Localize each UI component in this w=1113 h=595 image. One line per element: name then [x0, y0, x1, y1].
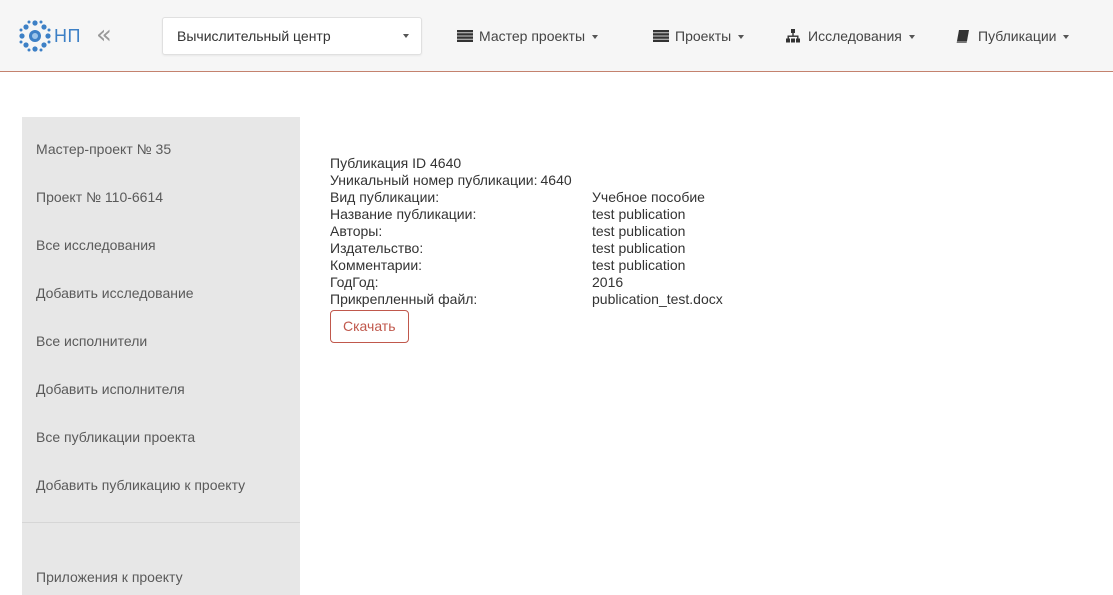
menu-projects[interactable]: Проекты	[653, 26, 745, 46]
caret-down-icon	[738, 35, 745, 39]
info-row-publisher: Издательство: test publication	[330, 240, 830, 257]
info-row-unique-number: Уникальный номер публикации: 4640	[330, 172, 830, 189]
sidebar-item-add-performer[interactable]: Добавить исполнителя	[36, 381, 185, 397]
info-value: 4640	[540, 172, 572, 188]
info-value: test publication	[592, 206, 686, 222]
publication-title: Публикация ID 4640	[330, 155, 462, 171]
info-value: 2016	[592, 274, 624, 290]
list-icon	[457, 29, 475, 43]
list-icon	[653, 29, 671, 43]
info-value: Учебное пособие	[592, 189, 705, 205]
info-row-title: Название публикации: test publication	[330, 206, 830, 223]
info-row-attached-file: Прикрепленный файл: publication_test.doc…	[330, 291, 830, 308]
caret-down-icon	[403, 34, 409, 38]
info-row-type: Вид публикации: Учебное пособие	[330, 189, 830, 206]
menu-label: Проекты	[675, 28, 732, 44]
info-label: Прикрепленный файл:	[330, 291, 478, 307]
sidebar-item-master-project[interactable]: Мастер-проект № 35	[36, 141, 171, 157]
menu-label: Исследования	[808, 28, 902, 44]
sidebar: Мастер-проект № 35 Проект № 110-6614 Все…	[22, 117, 300, 595]
menu-label: Публикации	[978, 28, 1057, 44]
download-button[interactable]: Скачать	[330, 310, 409, 343]
info-label: Вид публикации:	[330, 189, 440, 205]
info-label: Авторы:	[330, 223, 383, 239]
sidebar-item-all-research[interactable]: Все исследования	[36, 237, 156, 253]
collapse-sidebar-button[interactable]: «	[96, 22, 112, 48]
info-label: Комментарии:	[330, 257, 423, 273]
book-icon	[956, 29, 974, 43]
caret-down-icon	[1063, 35, 1070, 39]
info-label: Название публикации:	[330, 206, 477, 222]
caret-down-icon	[908, 35, 915, 39]
info-label: Уникальный номер публикации:	[330, 172, 538, 188]
sidebar-item-project-attachments[interactable]: Приложения к проекту	[36, 569, 183, 585]
info-value: test publication	[592, 223, 686, 239]
info-label: ГодГод:	[330, 274, 379, 290]
logo-icon	[19, 20, 51, 52]
info-label: Издательство:	[330, 240, 424, 256]
brand-link[interactable]: НП	[18, 19, 81, 53]
info-row-year: ГодГод: 2016	[330, 274, 830, 291]
sidebar-item-add-publication[interactable]: Добавить публикацию к проекту	[36, 477, 245, 493]
brand-text: НП	[54, 25, 81, 46]
sidebar-item-add-research[interactable]: Добавить исследование	[36, 285, 194, 301]
sidebar-item-all-performers[interactable]: Все исполнители	[36, 333, 147, 349]
info-value: test publication	[592, 240, 686, 256]
caret-down-icon	[592, 35, 599, 39]
sitemap-icon	[786, 29, 804, 43]
menu-publications[interactable]: Публикации	[956, 26, 1070, 46]
publication-details: Публикация ID 4640 Уникальный номер публ…	[330, 155, 830, 343]
organization-select-value: Вычислительный центр	[177, 28, 331, 44]
menu-research[interactable]: Исследования	[786, 26, 915, 46]
sidebar-item-all-publications[interactable]: Все публикации проекта	[36, 429, 195, 445]
info-row-comments: Комментарии: test publication	[330, 257, 830, 274]
menu-master-projects[interactable]: Мастер проекты	[457, 26, 599, 46]
info-row-authors: Авторы: test publication	[330, 223, 830, 240]
attached-file-name: publication_test.docx	[592, 291, 723, 307]
sidebar-item-project[interactable]: Проект № 110-6614	[36, 189, 163, 205]
top-navbar: НП « Вычислительный центр Мастер проекты…	[0, 0, 1113, 72]
menu-label: Мастер проекты	[479, 28, 586, 44]
info-value: test publication	[592, 257, 686, 273]
sidebar-divider	[22, 522, 300, 523]
organization-select[interactable]: Вычислительный центр	[162, 17, 422, 55]
